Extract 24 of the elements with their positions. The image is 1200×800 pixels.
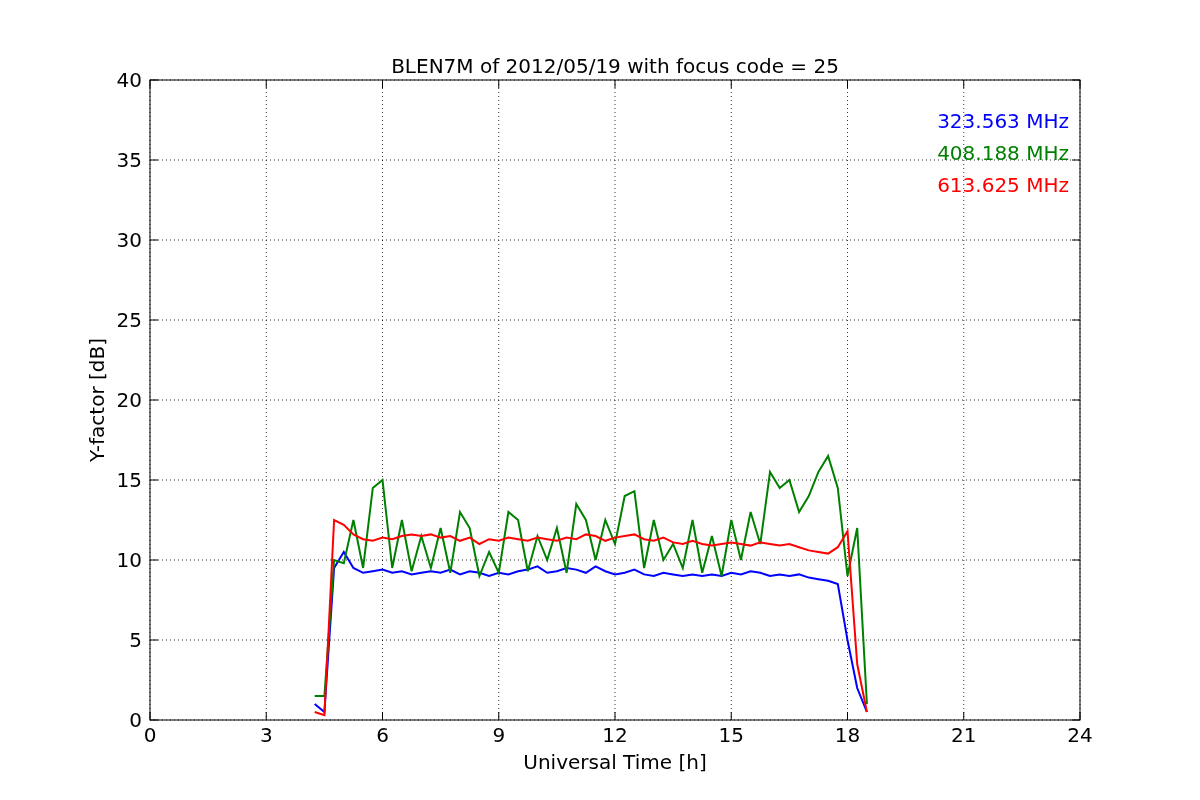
x-tick-label: 24 xyxy=(1067,723,1093,747)
chart-title: BLEN7M of 2012/05/19 with focus code = 25 xyxy=(391,54,839,78)
x-tick-label: 18 xyxy=(834,723,861,747)
y-tick-label: 15 xyxy=(116,468,142,492)
x-tick-label: 6 xyxy=(376,723,389,747)
x-axis-label: Universal Time [h] xyxy=(523,750,707,774)
y-tick-label: 0 xyxy=(129,708,142,732)
y-tick-label: 20 xyxy=(116,388,142,412)
y-tick-label: 5 xyxy=(129,628,142,652)
y-tick-label: 35 xyxy=(116,148,142,172)
y-tick-label: 30 xyxy=(116,228,142,252)
x-tick-label: 9 xyxy=(492,723,506,747)
x-tick-label: 12 xyxy=(602,723,628,747)
y-axis-label: Y-factor [dB] xyxy=(85,338,109,462)
y-tick-label: 10 xyxy=(116,548,142,572)
legend-label: 408.188 MHz xyxy=(937,141,1069,165)
legend-label: 613.625 MHz xyxy=(937,173,1069,197)
legend-label: 323.563 MHz xyxy=(937,109,1069,133)
y-tick-label: 40 xyxy=(116,68,142,92)
x-tick-label: 0 xyxy=(143,723,157,747)
x-tick-label: 15 xyxy=(718,723,744,747)
x-tick-label: 21 xyxy=(951,723,977,747)
y-tick-label: 25 xyxy=(116,308,142,332)
x-tick-label: 3 xyxy=(259,723,273,747)
